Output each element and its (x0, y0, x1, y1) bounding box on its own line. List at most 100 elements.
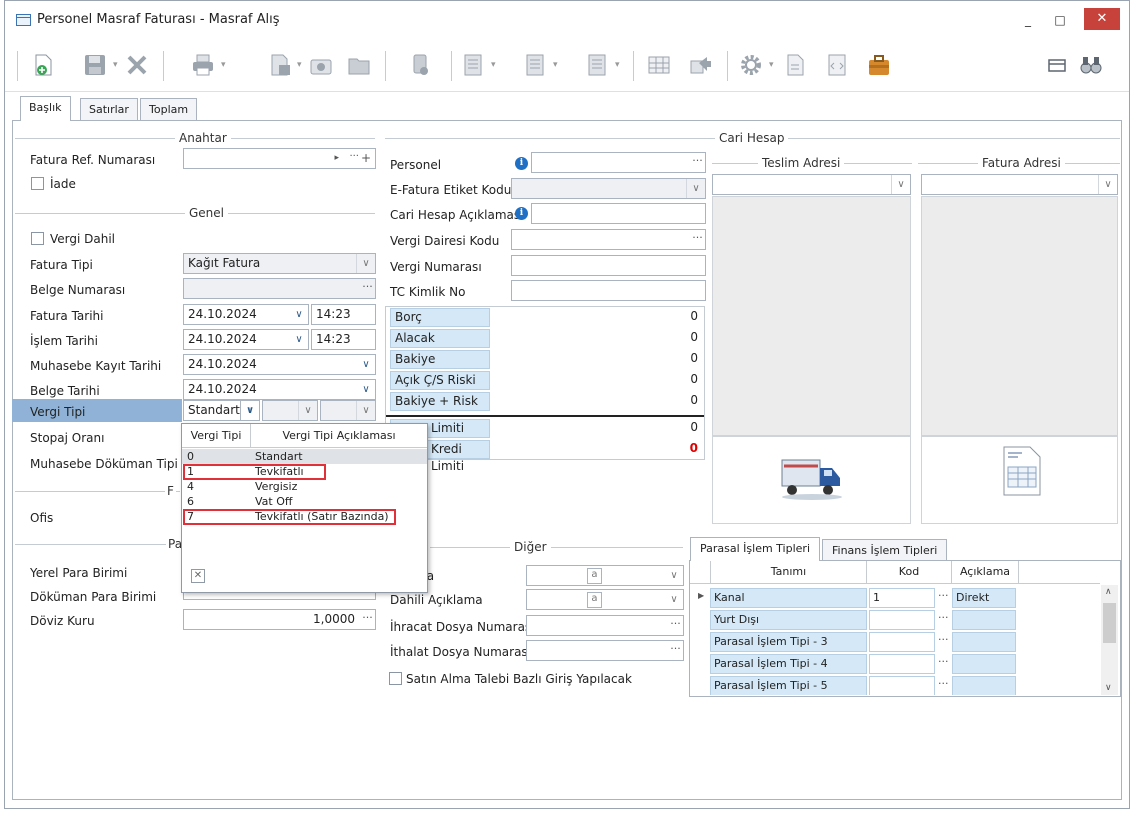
chevron-down-icon[interactable]: ∨ (298, 401, 317, 420)
report-1-dropdown-icon[interactable]: ▾ (491, 61, 499, 70)
dropdown-close-button[interactable]: ✕ (191, 569, 205, 583)
chevron-down-icon[interactable]: ∨ (356, 254, 375, 273)
vergi-tipi-2-select[interactable]: ∨ (262, 400, 318, 421)
aciklama-cell[interactable] (952, 610, 1016, 630)
fatura-ref-next-button[interactable]: ▸ (334, 149, 339, 168)
chevron-down-icon[interactable]: ∨ (357, 380, 375, 399)
chevron-down-icon[interactable]: ∨ (290, 305, 308, 324)
chevron-down-icon[interactable]: ∨ (357, 355, 375, 374)
table-button[interactable] (645, 51, 673, 79)
maximize-button[interactable]: □ (1045, 9, 1075, 31)
minimize-button[interactable]: _ (1013, 9, 1043, 31)
report-2-dropdown-icon[interactable]: ▾ (553, 61, 561, 70)
save-dropdown-icon[interactable]: ▾ (113, 61, 121, 70)
fatura-adresi-image-box[interactable] (921, 436, 1118, 524)
aciklama-cell[interactable] (952, 654, 1016, 674)
document-button[interactable] (781, 51, 809, 79)
muh-kayit-input[interactable]: 24.10.2024 ∨ (183, 354, 376, 375)
export-button[interactable] (267, 51, 295, 79)
vergi-no-input[interactable] (511, 255, 706, 276)
kod-cell[interactable] (869, 676, 935, 695)
tanim-cell[interactable]: Kanal (710, 588, 867, 608)
dropdown-option[interactable]: 6 Vat Off (182, 494, 427, 509)
efatura-select[interactable]: ∨ (511, 178, 706, 199)
teslim-adresi-select[interactable]: ∨ (712, 174, 911, 195)
kod-cell[interactable] (869, 610, 935, 630)
fatura-tipi-select[interactable]: Kağıt Fatura ∨ (183, 253, 376, 274)
export-dropdown-icon[interactable]: ▾ (297, 61, 305, 70)
fatura-adresi-select[interactable]: ∨ (921, 174, 1118, 195)
save-button[interactable] (81, 51, 109, 79)
device-settings-button[interactable] (407, 51, 435, 79)
xml-button[interactable] (823, 51, 851, 79)
search-button[interactable] (1077, 51, 1105, 79)
islem-saati-input[interactable]: 14:23 (311, 329, 376, 350)
scroll-down-icon[interactable]: ∨ (1105, 683, 1112, 693)
personel-info-icon[interactable]: i (515, 157, 528, 170)
chevron-down-icon[interactable]: ∨ (891, 175, 910, 194)
vd-kodu-browse-button[interactable]: ··· (690, 230, 705, 249)
dropdown-option[interactable]: 0 Standart (182, 449, 427, 464)
layout-button[interactable] (1043, 51, 1071, 79)
fatura-ref-input[interactable]: ▸ ··· + (183, 148, 376, 169)
chevron-down-icon[interactable]: ∨ (356, 401, 375, 420)
cari-aciklama-info-icon[interactable]: i (515, 207, 528, 220)
ithalat-browse-button[interactable]: ··· (668, 641, 683, 660)
ihracat-browse-button[interactable]: ··· (668, 616, 683, 635)
tanim-cell[interactable]: Parasal İşlem Tipi - 4 (710, 654, 867, 674)
aciklama-cell[interactable] (952, 676, 1016, 695)
table-row[interactable]: Parasal İşlem Tipi - 5 ··· (690, 675, 1100, 695)
camera-button[interactable] (307, 51, 335, 79)
tab-parasal-islem-tipleri[interactable]: Parasal İşlem Tipleri (690, 537, 820, 561)
chevron-down-icon[interactable]: ∨ (290, 330, 308, 349)
kod-browse-button[interactable]: ··· (938, 589, 949, 602)
briefcase-button[interactable] (865, 51, 893, 79)
tanim-cell[interactable]: Parasal İşlem Tipi - 3 (710, 632, 867, 652)
kod-browse-button[interactable]: ··· (938, 611, 949, 624)
vergi-tipi-select[interactable]: Standart ∨ (183, 400, 260, 421)
table-row[interactable]: Yurt Dışı ··· (690, 609, 1100, 631)
grid-scrollbar[interactable]: ∧ ∨ (1101, 585, 1118, 695)
kod-cell[interactable] (869, 632, 935, 652)
ithalat-input[interactable]: ··· (526, 640, 684, 661)
chevron-down-icon[interactable]: ∨ (240, 401, 259, 420)
kod-browse-button[interactable]: ··· (938, 633, 949, 646)
iade-checkbox[interactable] (31, 177, 44, 190)
print-button[interactable] (189, 51, 217, 79)
new-document-button[interactable] (29, 51, 57, 79)
settings-dropdown-icon[interactable]: ▾ (769, 61, 777, 70)
tc-kimlik-input[interactable] (511, 280, 706, 301)
scrollbar-thumb[interactable] (1103, 603, 1116, 643)
teslim-adresi-image-box[interactable] (712, 436, 911, 524)
scroll-up-icon[interactable]: ∧ (1105, 587, 1112, 597)
report-2-button[interactable] (521, 51, 549, 79)
tab-satirlar[interactable]: Satırlar (80, 98, 138, 120)
doviz-kuru-browse-button[interactable]: ··· (360, 610, 375, 629)
report-3-dropdown-icon[interactable]: ▾ (615, 61, 623, 70)
belge-tarihi-input[interactable]: 24.10.2024 ∨ (183, 379, 376, 400)
aciklama-cell[interactable] (952, 632, 1016, 652)
dropdown-option[interactable]: 4 Vergisiz (182, 479, 427, 494)
table-row[interactable]: ▶ Kanal 1 ··· Direkt (690, 587, 1100, 609)
dahili-text-button[interactable]: a (587, 592, 602, 608)
tab-finans-islem-tipleri[interactable]: Finans İşlem Tipleri (822, 539, 948, 561)
ihracat-input[interactable]: ··· (526, 615, 684, 636)
chevron-down-icon[interactable]: ∨ (686, 179, 705, 198)
settings-button[interactable] (737, 51, 765, 79)
kod-browse-button[interactable]: ··· (938, 677, 949, 690)
aciklama-text-button[interactable]: a (587, 568, 602, 584)
belge-no-input[interactable]: ··· (183, 278, 376, 299)
belge-no-browse-button[interactable]: ··· (360, 279, 375, 298)
table-row[interactable]: Parasal İşlem Tipi - 4 ··· (690, 653, 1100, 675)
kod-browse-button[interactable]: ··· (938, 655, 949, 668)
tanim-header[interactable]: Tanımı (711, 561, 867, 583)
vergi-dahil-checkbox[interactable] (31, 232, 44, 245)
dahili-aciklama-input[interactable]: a ∨ (526, 589, 684, 610)
personel-browse-button[interactable]: ··· (690, 153, 705, 172)
satin-alma-checkbox[interactable] (389, 672, 402, 685)
fatura-tarihi-input[interactable]: 24.10.2024 ∨ (183, 304, 309, 325)
tab-baslik[interactable]: Başlık (20, 96, 71, 121)
personel-input[interactable]: ··· (531, 152, 706, 173)
doviz-kuru-input[interactable]: 1,0000 ··· (183, 609, 376, 630)
fatura-ref-add-button[interactable]: + (361, 149, 371, 168)
